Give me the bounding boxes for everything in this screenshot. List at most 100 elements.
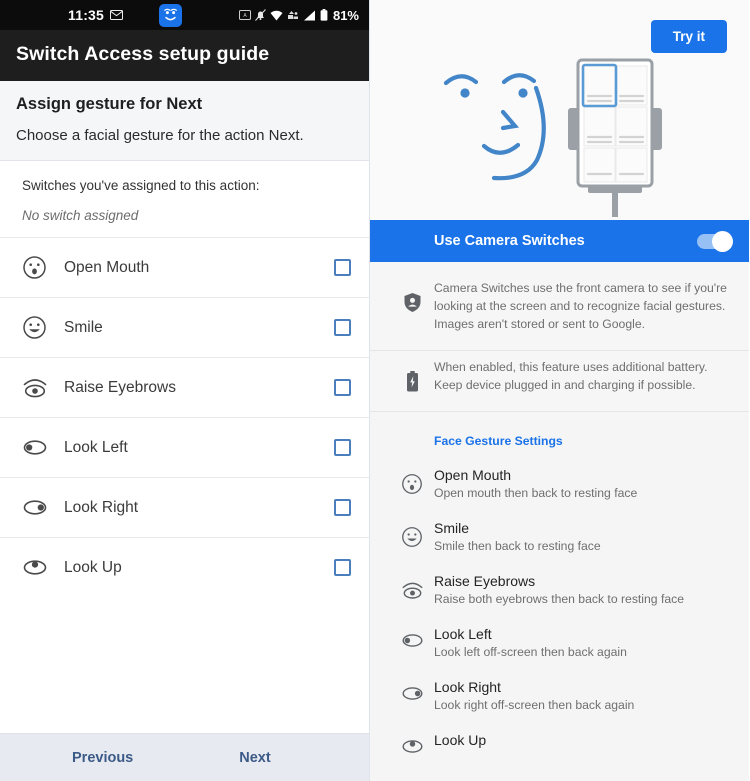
wizard-nav-bar: Previous Next bbox=[0, 733, 369, 781]
screenshot-root: 11:35 A 81% Switch Access setup guide As… bbox=[0, 0, 750, 781]
use-camera-switches-row[interactable]: Use Camera Switches bbox=[370, 220, 749, 262]
signal-icon bbox=[303, 10, 316, 21]
gesture-row-open-mouth[interactable]: Open Mouth bbox=[0, 237, 369, 297]
assigned-switches-block: Switches you've assigned to this action:… bbox=[0, 161, 369, 237]
look-left-icon bbox=[390, 626, 434, 659]
try-it-button[interactable]: Try it bbox=[650, 20, 727, 53]
setting-body: Open Mouth Open mouth then back to resti… bbox=[434, 467, 729, 500]
mail-icon bbox=[110, 10, 124, 20]
setting-subtitle: Raise both eyebrows then back to resting… bbox=[434, 591, 684, 606]
gesture-row-raise-eyebrows[interactable]: Raise Eyebrows bbox=[0, 357, 369, 417]
status-bar-clock: 11:35 bbox=[68, 7, 105, 23]
setting-subtitle: Look left off-screen then back again bbox=[434, 644, 627, 659]
gesture-checkbox[interactable] bbox=[334, 439, 351, 456]
gesture-row-smile[interactable]: Smile bbox=[0, 297, 369, 357]
look-right-icon bbox=[22, 498, 56, 517]
info-divider bbox=[370, 410, 749, 412]
use-camera-switches-toggle[interactable] bbox=[697, 230, 733, 252]
setting-body: Smile Smile then back to resting face bbox=[434, 520, 729, 553]
setting-body: Look Right Look right off-screen then ba… bbox=[434, 679, 729, 712]
screenshot-icon: A bbox=[238, 10, 251, 20]
app-bar: Switch Access setup guide bbox=[0, 30, 369, 81]
battery-icon bbox=[320, 9, 328, 21]
gesture-row-look-up[interactable]: Look Up bbox=[0, 537, 369, 597]
info-row-privacy: Camera Switches use the front camera to … bbox=[370, 272, 749, 344]
setting-body: Look Up bbox=[434, 732, 729, 755]
status-bar-center bbox=[123, 3, 239, 27]
privacy-shield-icon bbox=[390, 280, 434, 334]
section-header: Assign gesture for Next Choose a facial … bbox=[0, 81, 369, 161]
gesture-label: Look Left bbox=[64, 438, 128, 456]
setting-title: Raise Eyebrows bbox=[434, 572, 536, 589]
setting-title: Look Up bbox=[434, 731, 487, 748]
info-text-battery: When enabled, this feature uses addition… bbox=[434, 359, 708, 392]
vpn-icon bbox=[287, 10, 299, 21]
camera-switches-face-icon bbox=[158, 3, 182, 27]
svg-text:A: A bbox=[243, 13, 247, 19]
gesture-checkbox[interactable] bbox=[334, 259, 351, 276]
setting-body: Look Left Look left off-screen then back… bbox=[434, 626, 729, 659]
setting-row-raise-eyebrows[interactable]: Raise Eyebrows Raise both eyebrows then … bbox=[370, 564, 749, 617]
setting-row-look-up[interactable]: Look Up bbox=[370, 723, 749, 766]
left-phone-screen: 11:35 A 81% Switch Access setup guide As… bbox=[0, 0, 370, 781]
status-bar-icons: A 81% bbox=[238, 7, 359, 23]
setting-subtitle: Look right off-screen then back again bbox=[434, 697, 635, 712]
setting-subtitle: Open mouth then back to resting face bbox=[434, 485, 638, 500]
assigned-switches-value: No switch assigned bbox=[22, 208, 139, 223]
smile-icon bbox=[22, 315, 56, 340]
gesture-label: Look Up bbox=[64, 558, 122, 576]
info-text-privacy: Camera Switches use the front camera to … bbox=[434, 281, 727, 331]
hero-illustration-area: Try it bbox=[370, 0, 749, 220]
setting-title: Open Mouth bbox=[434, 466, 512, 483]
gesture-checkbox[interactable] bbox=[334, 559, 351, 576]
raise-eyebrows-icon bbox=[390, 573, 434, 606]
setting-title: Look Left bbox=[434, 625, 492, 642]
face-gesture-settings-header: Face Gesture Settings bbox=[434, 433, 563, 448]
gesture-checkbox[interactable] bbox=[334, 499, 351, 516]
look-left-icon bbox=[22, 438, 56, 457]
setting-row-smile[interactable]: Smile Smile then back to resting face bbox=[370, 511, 749, 564]
face-gesture-settings-list: Open Mouth Open mouth then back to resti… bbox=[370, 458, 749, 766]
section-subtitle: Choose a facial gesture for the action N… bbox=[16, 127, 304, 144]
use-camera-switches-label: Use Camera Switches bbox=[434, 233, 585, 249]
section-title: Assign gesture for Next bbox=[16, 95, 203, 113]
gesture-checkbox[interactable] bbox=[334, 379, 351, 396]
open-mouth-icon bbox=[22, 255, 56, 280]
setting-body: Raise Eyebrows Raise both eyebrows then … bbox=[434, 573, 729, 606]
setting-row-look-right[interactable]: Look Right Look right off-screen then ba… bbox=[370, 670, 749, 723]
right-phone-screen: Try it Use Camera Switches Camera Switch… bbox=[370, 0, 749, 781]
status-bar: 11:35 A 81% bbox=[0, 0, 369, 30]
setting-row-open-mouth[interactable]: Open Mouth Open mouth then back to resti… bbox=[370, 458, 749, 511]
previous-button[interactable]: Previous bbox=[72, 750, 133, 766]
look-right-icon bbox=[390, 679, 434, 712]
page-title: Switch Access setup guide bbox=[16, 43, 270, 65]
gesture-label: Smile bbox=[64, 318, 103, 336]
gesture-label: Look Right bbox=[64, 498, 139, 516]
info-row-battery: When enabled, this feature uses addition… bbox=[370, 351, 749, 405]
card-empty-space bbox=[0, 597, 369, 733]
toggle-knob bbox=[712, 230, 733, 252]
battery-charging-icon bbox=[390, 359, 434, 395]
smile-icon bbox=[390, 520, 434, 553]
gesture-label: Open Mouth bbox=[64, 258, 150, 276]
setting-subtitle: Smile then back to resting face bbox=[434, 538, 601, 553]
gesture-row-look-left[interactable]: Look Left bbox=[0, 417, 369, 477]
open-mouth-icon bbox=[390, 467, 434, 500]
setting-title: Look Right bbox=[434, 678, 501, 695]
notifications-muted-icon bbox=[255, 9, 266, 21]
gesture-list: Open Mouth Smile Raise Eyebrows Look Lef… bbox=[0, 237, 369, 597]
look-up-icon bbox=[390, 732, 434, 755]
look-up-icon bbox=[22, 558, 56, 577]
gesture-card: Switches you've assigned to this action:… bbox=[0, 161, 369, 733]
assigned-switches-label: Switches you've assigned to this action: bbox=[22, 178, 260, 193]
raise-eyebrows-icon bbox=[22, 375, 56, 400]
setting-row-look-left[interactable]: Look Left Look left off-screen then back… bbox=[370, 617, 749, 670]
gesture-checkbox[interactable] bbox=[334, 319, 351, 336]
wifi-icon bbox=[270, 10, 283, 21]
info-block: Camera Switches use the front camera to … bbox=[370, 262, 749, 418]
gesture-row-look-right[interactable]: Look Right bbox=[0, 477, 369, 537]
next-button[interactable]: Next bbox=[239, 750, 270, 766]
gesture-label: Raise Eyebrows bbox=[64, 378, 176, 396]
battery-percentage: 81% bbox=[332, 7, 359, 23]
setting-title: Smile bbox=[434, 519, 470, 536]
